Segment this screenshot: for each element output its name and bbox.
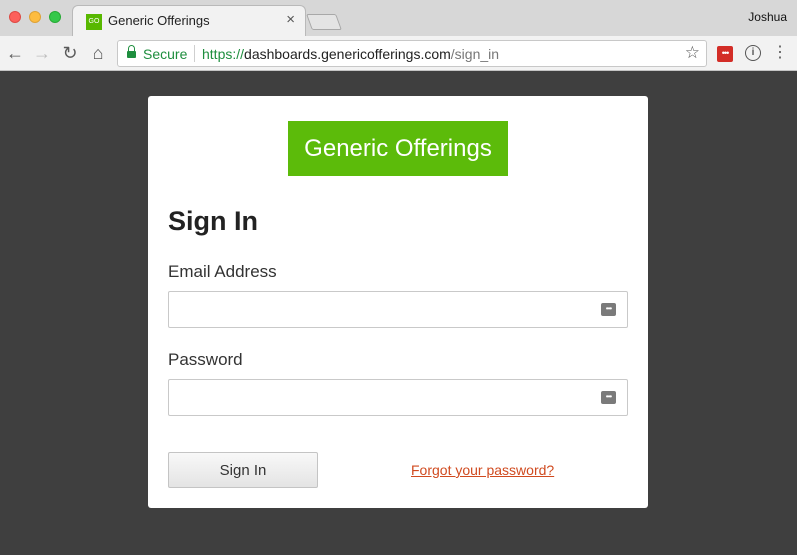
close-window-button[interactable]	[9, 11, 21, 23]
favicon-icon: GO	[86, 14, 102, 30]
profile-button[interactable]: Joshua	[748, 10, 787, 24]
home-icon[interactable]: ⌂	[87, 42, 109, 64]
password-manager-icon[interactable]: •••	[601, 391, 616, 404]
close-tab-icon[interactable]: ×	[286, 11, 295, 28]
reload-icon[interactable]: ↻	[59, 42, 81, 64]
address-bar[interactable]: Secure https://dashboards.genericofferin…	[117, 40, 707, 67]
brand-logo: Generic Offerings	[288, 121, 508, 176]
sign-in-button[interactable]: Sign In	[168, 452, 318, 488]
back-icon[interactable]: ←	[4, 42, 26, 64]
url-text[interactable]: https://dashboards.genericofferings.com/…	[202, 46, 499, 62]
page-title: Sign In	[168, 206, 258, 236]
zoom-window-button[interactable]	[49, 11, 61, 23]
lastpass-extension-icon[interactable]: •••	[717, 46, 733, 62]
password-field-wrapper: •••	[168, 379, 628, 416]
security-indicator[interactable]: Secure	[143, 46, 187, 62]
new-tab-button[interactable]	[306, 14, 342, 30]
password-manager-icon[interactable]: •••	[601, 303, 616, 316]
browser-toolbar: ← → ↻ ⌂ Secure https://dashboards.generi…	[0, 36, 797, 71]
email-field[interactable]	[169, 292, 627, 327]
url-path: /sign_in	[450, 46, 500, 62]
browser-menu-icon[interactable]: ⋮	[772, 43, 788, 63]
password-field[interactable]	[169, 380, 627, 415]
tab-generic-offerings[interactable]: GO Generic Offerings ×	[72, 5, 306, 36]
tab-strip: GO Generic Offerings × Joshua	[0, 0, 797, 36]
email-label: Email Address	[168, 262, 277, 281]
email-field-wrapper: •••	[168, 291, 628, 328]
url-scheme: https://	[202, 46, 245, 62]
sign-in-card: Generic Offerings Sign In Email Address …	[148, 96, 648, 508]
bookmark-star-icon[interactable]: ☆	[685, 43, 700, 63]
tab-title: Generic Offerings	[108, 13, 210, 28]
minimize-window-button[interactable]	[29, 11, 41, 23]
password-label: Password	[168, 350, 243, 369]
url-host: dashboards.genericofferings.com	[244, 46, 451, 62]
address-separator	[194, 45, 195, 62]
lock-icon[interactable]	[127, 45, 136, 58]
info-extension-icon[interactable]: i	[745, 45, 761, 61]
forward-icon[interactable]: →	[31, 42, 53, 64]
forgot-password-link[interactable]: Forgot your password?	[411, 462, 554, 478]
